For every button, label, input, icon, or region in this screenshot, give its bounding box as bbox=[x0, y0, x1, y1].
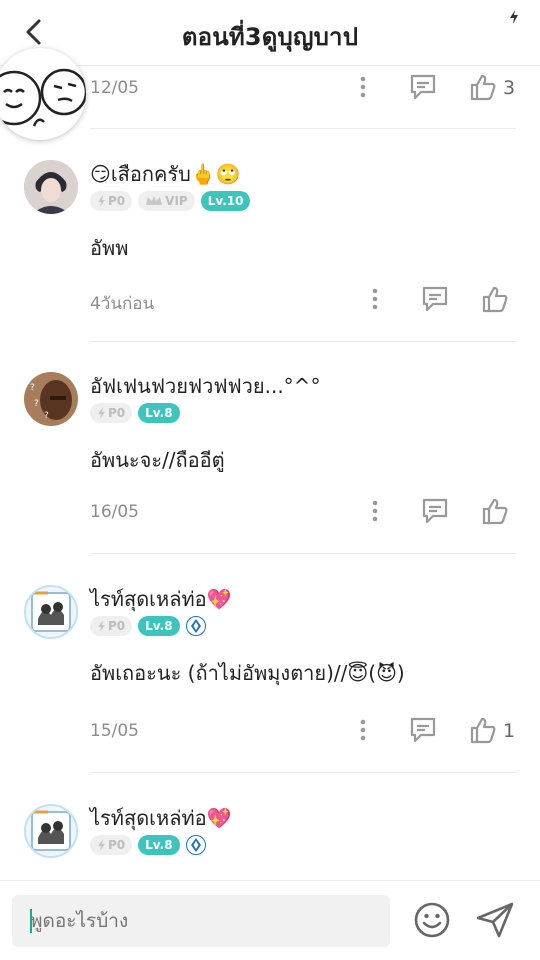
send-icon[interactable] bbox=[475, 901, 515, 939]
comment-item: ไรท์สุดเหล่ท่อ💖 P0 Lv.8 อัพเถอะนะ (ถ้าไม… bbox=[0, 573, 540, 793]
points-badge: P0 bbox=[90, 616, 133, 636]
badge-row: P0 Lv.8 bbox=[90, 834, 206, 856]
avatar[interactable] bbox=[24, 160, 78, 214]
points-badge: P0 bbox=[90, 403, 133, 423]
like-count: 1 bbox=[503, 720, 516, 742]
flash-icon bbox=[510, 10, 518, 24]
comment-text: อัพนะจะ//ถืออีตู่ bbox=[90, 448, 225, 472]
commenter-name[interactable]: อัฟเฟนฟวยฟวฟฟวย...°^° bbox=[90, 370, 320, 402]
gem-badge bbox=[185, 616, 206, 636]
more-icon[interactable] bbox=[348, 72, 378, 102]
comment-item: ไรท์สุดเหล่ท่อ💖 P0 Lv.8 bbox=[0, 792, 540, 880]
bolt-icon bbox=[98, 195, 105, 207]
level-badge: Lv.8 bbox=[138, 835, 180, 855]
points-badge: P0 bbox=[90, 835, 133, 855]
avatar[interactable] bbox=[24, 804, 78, 858]
reply-icon[interactable] bbox=[420, 496, 450, 526]
comment-text: อัพเถอะนะ (ถ้าไม่อัพมุงตาย)//😇(😈) bbox=[90, 661, 405, 685]
reply-icon[interactable] bbox=[420, 284, 450, 314]
comment-text: อัพพ bbox=[90, 236, 129, 260]
crown-icon bbox=[146, 196, 163, 205]
comment-input[interactable] bbox=[12, 895, 390, 947]
comment-date: 15/05 bbox=[90, 721, 139, 741]
like-icon[interactable] bbox=[468, 715, 498, 745]
bolt-icon bbox=[98, 620, 105, 632]
vip-badge: VIP bbox=[138, 191, 195, 211]
comment-composer bbox=[0, 880, 540, 960]
more-icon[interactable] bbox=[360, 496, 390, 526]
like-count: 3 bbox=[503, 77, 516, 99]
svg-text:?: ? bbox=[44, 411, 49, 421]
comment-date: 16/05 bbox=[90, 502, 139, 522]
commenter-name[interactable]: 😏เสือกครับ🖕🙄 bbox=[90, 158, 241, 190]
comment-date: 12/05 bbox=[90, 78, 139, 98]
level-badge: Lv.8 bbox=[138, 403, 180, 423]
gem-icon bbox=[190, 838, 201, 852]
badge-row: P0 VIP Lv.10 bbox=[90, 190, 251, 212]
text-caret bbox=[30, 909, 32, 933]
comment-item: ? ? ? อัฟเฟนฟวยฟวฟฟวย...°^° P0 Lv.8 อัพน… bbox=[0, 360, 540, 560]
level-badge: Lv.10 bbox=[200, 191, 251, 211]
comment-item: 😏เสือกครับ🖕🙄 P0 VIP Lv.10 อัพพ 4วันก่อน bbox=[0, 148, 540, 348]
reply-icon[interactable] bbox=[408, 715, 438, 745]
divider bbox=[90, 128, 516, 129]
commenter-name[interactable]: ไรท์สุดเหล่ท่อ💖 bbox=[90, 583, 232, 615]
avatar[interactable] bbox=[24, 585, 78, 639]
gem-badge bbox=[185, 835, 206, 855]
badge-row: P0 Lv.8 bbox=[90, 402, 180, 424]
gem-icon bbox=[190, 619, 201, 633]
divider bbox=[90, 772, 516, 773]
like-icon[interactable] bbox=[468, 72, 498, 102]
badge-row: P0 Lv.8 bbox=[90, 615, 206, 637]
bolt-icon bbox=[98, 407, 105, 419]
level-badge: Lv.8 bbox=[138, 616, 180, 636]
like-icon[interactable] bbox=[480, 284, 510, 314]
divider bbox=[90, 553, 516, 554]
page-title: ตอนที่3ดูบุญบาป bbox=[181, 23, 359, 51]
points-badge: P0 bbox=[90, 191, 133, 211]
top-bar: ตอนที่3ดูบุญบาป bbox=[0, 0, 540, 66]
more-icon[interactable] bbox=[360, 284, 390, 314]
commenter-name[interactable]: ไรท์สุดเหล่ท่อ💖 bbox=[90, 802, 232, 834]
comment-date: 4วันก่อน bbox=[90, 294, 155, 314]
reply-icon[interactable] bbox=[408, 72, 438, 102]
more-icon[interactable] bbox=[348, 715, 378, 745]
like-icon[interactable] bbox=[480, 496, 510, 526]
avatar[interactable]: ? ? ? bbox=[24, 372, 78, 426]
svg-text:?: ? bbox=[30, 383, 35, 393]
svg-text:?: ? bbox=[34, 399, 39, 409]
divider bbox=[90, 341, 516, 342]
emoji-icon[interactable] bbox=[413, 901, 451, 939]
bolt-icon bbox=[98, 839, 105, 851]
comment-feed[interactable]: 12/05 3 😏เสือกครับ🖕🙄 P0 VIP Lv.10 อัพพ 4… bbox=[0, 66, 540, 880]
